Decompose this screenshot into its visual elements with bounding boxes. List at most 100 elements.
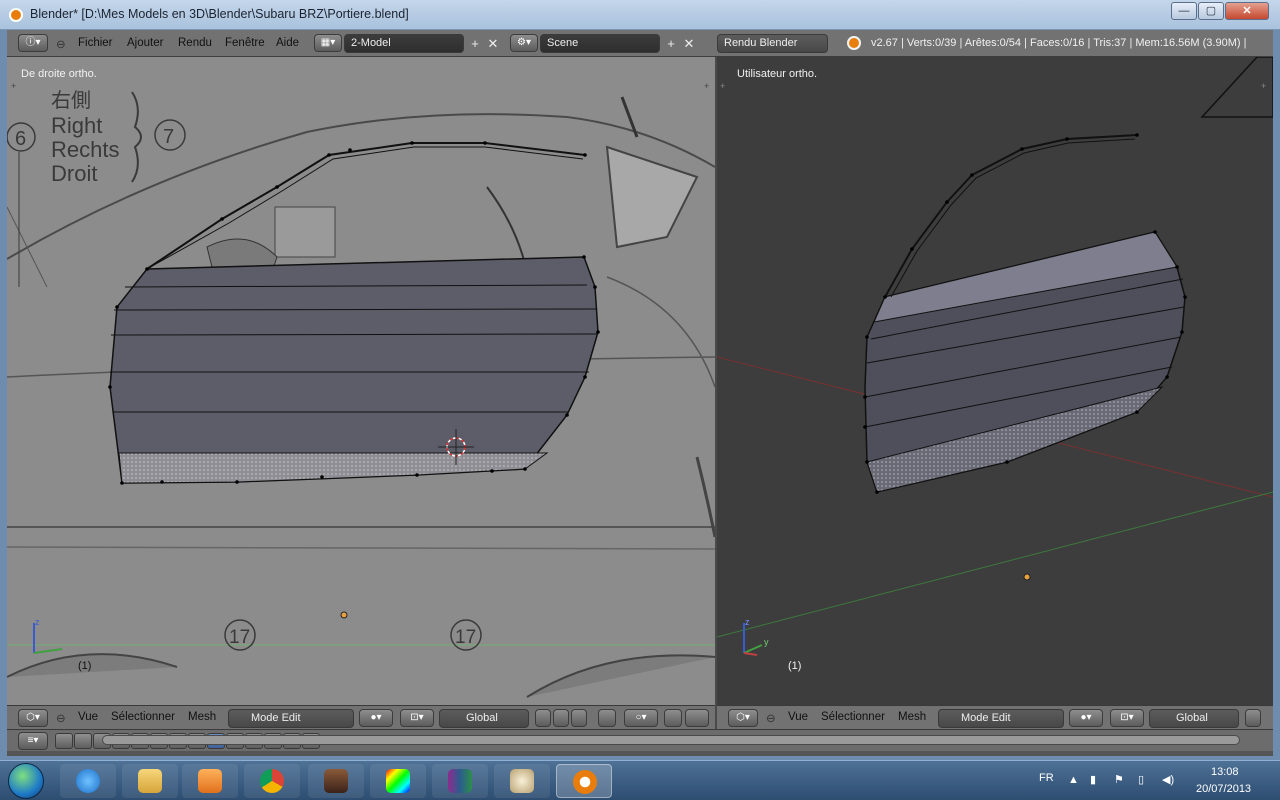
editor-type-icon-left[interactable]: ⬡▾ <box>18 709 48 727</box>
layer-btn-left-2-icon[interactable] <box>553 709 569 727</box>
menu-aide[interactable]: Aide <box>276 37 299 49</box>
window-title: Blender* [D:\Mes Models en 3D\Blender\Su… <box>30 7 409 21</box>
show-hidden-icons-icon[interactable]: ▲ <box>1068 774 1079 786</box>
file-explorer-taskbar[interactable] <box>122 764 178 798</box>
menu-mesh-right[interactable]: Mesh <box>898 711 926 723</box>
volume-icon[interactable]: ◀) <box>1162 773 1174 786</box>
menu-selectionner-left[interactable]: Sélectionner <box>111 711 175 723</box>
axis-y-3d-label: y <box>764 637 769 647</box>
snap-target-left-icon[interactable] <box>598 709 616 727</box>
add-screen-icon[interactable]: + <box>467 36 483 52</box>
layer-btn-right-icon[interactable] <box>1245 709 1261 727</box>
chrome-icon <box>260 769 284 793</box>
region-toggle-3d-right-icon[interactable]: + <box>1261 81 1266 91</box>
snap-left-icon[interactable] <box>664 709 682 727</box>
callout-7: 7 <box>163 126 174 148</box>
winrar-icon <box>448 769 472 793</box>
mode-select-right[interactable]: Mode Edit <box>938 709 1064 728</box>
action-center-flag-icon[interactable]: ⚑ <box>1114 773 1124 786</box>
scene-icon[interactable]: ⚙▾ <box>510 34 538 52</box>
internet-explorer-icon <box>76 769 100 793</box>
viewport-header-right: ⬡▾ ⊖ Vue Sélectionner Mesh Mode Edit ●▾ … <box>717 705 1273 729</box>
ref-text-right: Right <box>51 113 102 138</box>
region-toggle-right-icon[interactable]: + <box>704 81 709 91</box>
layer-btn-left-1-icon[interactable] <box>535 709 551 727</box>
region-toggle-3d-icon[interactable]: + <box>720 81 725 91</box>
add-scene-icon[interactable]: + <box>663 36 679 52</box>
color-app-taskbar[interactable] <box>370 764 426 798</box>
screen-layout-field[interactable]: 2-Model <box>344 34 464 53</box>
menu-fenetre[interactable]: Fenêtre <box>225 37 265 49</box>
info-editor-type-icon[interactable]: ⓘ▾ <box>18 34 48 52</box>
paint-icon <box>510 769 534 793</box>
horizontal-scrollbar[interactable] <box>102 735 1240 745</box>
viewport-right-ortho[interactable]: 右側 Right Rechts Droit 6 7 17 17 z (1) De… <box>7 57 715 705</box>
device-icon[interactable]: ▯ <box>1138 773 1144 786</box>
orientation-select-left[interactable]: Global <box>439 709 529 728</box>
menu-selectionner-right[interactable]: Sélectionner <box>821 711 885 723</box>
scene-field[interactable]: Scene <box>540 34 660 53</box>
pivot-select-left-icon[interactable]: ⊡▾ <box>400 709 434 727</box>
callout-17b: 17 <box>455 627 476 648</box>
chrome-taskbar[interactable] <box>244 764 300 798</box>
proportional-edit-left-icon[interactable]: ○▾ <box>624 709 658 727</box>
collapse-menu-icon[interactable]: ⊖ <box>56 37 66 51</box>
language-indicator[interactable]: FR <box>1039 772 1054 784</box>
menu-vue-right[interactable]: Vue <box>788 711 808 723</box>
blender-taskbar[interactable] <box>556 764 612 798</box>
internet-explorer-taskbar[interactable] <box>60 764 116 798</box>
object-origin-3d-icon[interactable] <box>1023 573 1031 581</box>
menu-vue-left[interactable]: Vue <box>78 711 98 723</box>
collapse-menu-right-icon[interactable]: ⊖ <box>766 711 776 725</box>
clock-time[interactable]: 13:08 <box>1211 766 1239 778</box>
start-button[interactable] <box>8 763 44 799</box>
maximize-button[interactable]: ▢ <box>1198 2 1224 20</box>
layer-btn-left-3-icon[interactable] <box>571 709 587 727</box>
shading-select-right-icon[interactable]: ●▾ <box>1069 709 1103 727</box>
ref-text-japanese: 右側 <box>51 89 91 112</box>
ref-text-rechts: Rechts <box>51 137 119 162</box>
scroll-track <box>7 751 1273 756</box>
viewport-header-left: ⬡▾ ⊖ Vue Sélectionner Mesh Mode Edit ●▾ … <box>7 705 715 729</box>
screen-layout-icon[interactable]: ▦▾ <box>314 34 342 52</box>
remove-scene-icon[interactable]: ✕ <box>681 36 697 52</box>
folder-icon <box>138 769 162 793</box>
user-view-canvas: z y (1) Utilisateur ortho. + + <box>717 57 1273 705</box>
tool-1-icon[interactable] <box>55 733 73 749</box>
menu-ajouter[interactable]: Ajouter <box>127 37 163 49</box>
menu-rendu[interactable]: Rendu <box>178 37 212 49</box>
frame-number-left: (1) <box>78 660 91 672</box>
mode-select-left[interactable]: Mode Edit <box>228 709 354 728</box>
reference-blueprint: 右側 Right Rechts Droit 6 7 17 17 z (1) De… <box>7 57 715 705</box>
media-player-taskbar[interactable] <box>182 764 238 798</box>
winrar-taskbar[interactable] <box>432 764 488 798</box>
network-icon[interactable]: ▮ <box>1090 773 1096 786</box>
clock-date[interactable]: 20/07/2013 <box>1196 783 1251 795</box>
render-engine-select[interactable]: Rendu Blender <box>717 34 828 53</box>
blender-taskbar-icon <box>573 770 597 794</box>
game-app-taskbar[interactable] <box>308 764 364 798</box>
editor-type-icon-right[interactable]: ⬡▾ <box>728 709 758 727</box>
region-toggle-icon[interactable]: + <box>11 81 16 91</box>
pivot-select-right-icon[interactable]: ⊡▾ <box>1110 709 1144 727</box>
remove-screen-icon[interactable]: ✕ <box>485 36 501 52</box>
callout-17a: 17 <box>229 627 250 648</box>
viewport-user-ortho[interactable]: z y (1) Utilisateur ortho. + + <box>717 57 1273 705</box>
orientation-select-right[interactable]: Global <box>1149 709 1239 728</box>
editor-type-timeline-icon[interactable]: ≡▾ <box>18 732 48 750</box>
paint-taskbar[interactable] <box>494 764 550 798</box>
tool-2-icon[interactable] <box>74 733 92 749</box>
callout-6: 6 <box>15 128 26 150</box>
viewport-label-left: De droite ortho. <box>21 68 97 80</box>
shading-select-left-icon[interactable]: ●▾ <box>359 709 393 727</box>
menu-fichier[interactable]: Fichier <box>78 37 113 49</box>
color-app-icon <box>386 769 410 793</box>
close-button[interactable]: ✕ <box>1225 2 1269 20</box>
axis-z-label: z <box>35 617 40 627</box>
info-header: ⓘ▾ ⊖ Fichier Ajouter Rendu Fenêtre Aide … <box>7 30 1273 57</box>
snap-mode-left-icon[interactable] <box>685 709 709 727</box>
object-origin-icon[interactable] <box>340 611 348 619</box>
menu-mesh-left[interactable]: Mesh <box>188 711 216 723</box>
minimize-button[interactable]: — <box>1171 2 1197 20</box>
collapse-menu-left-icon[interactable]: ⊖ <box>56 711 66 725</box>
